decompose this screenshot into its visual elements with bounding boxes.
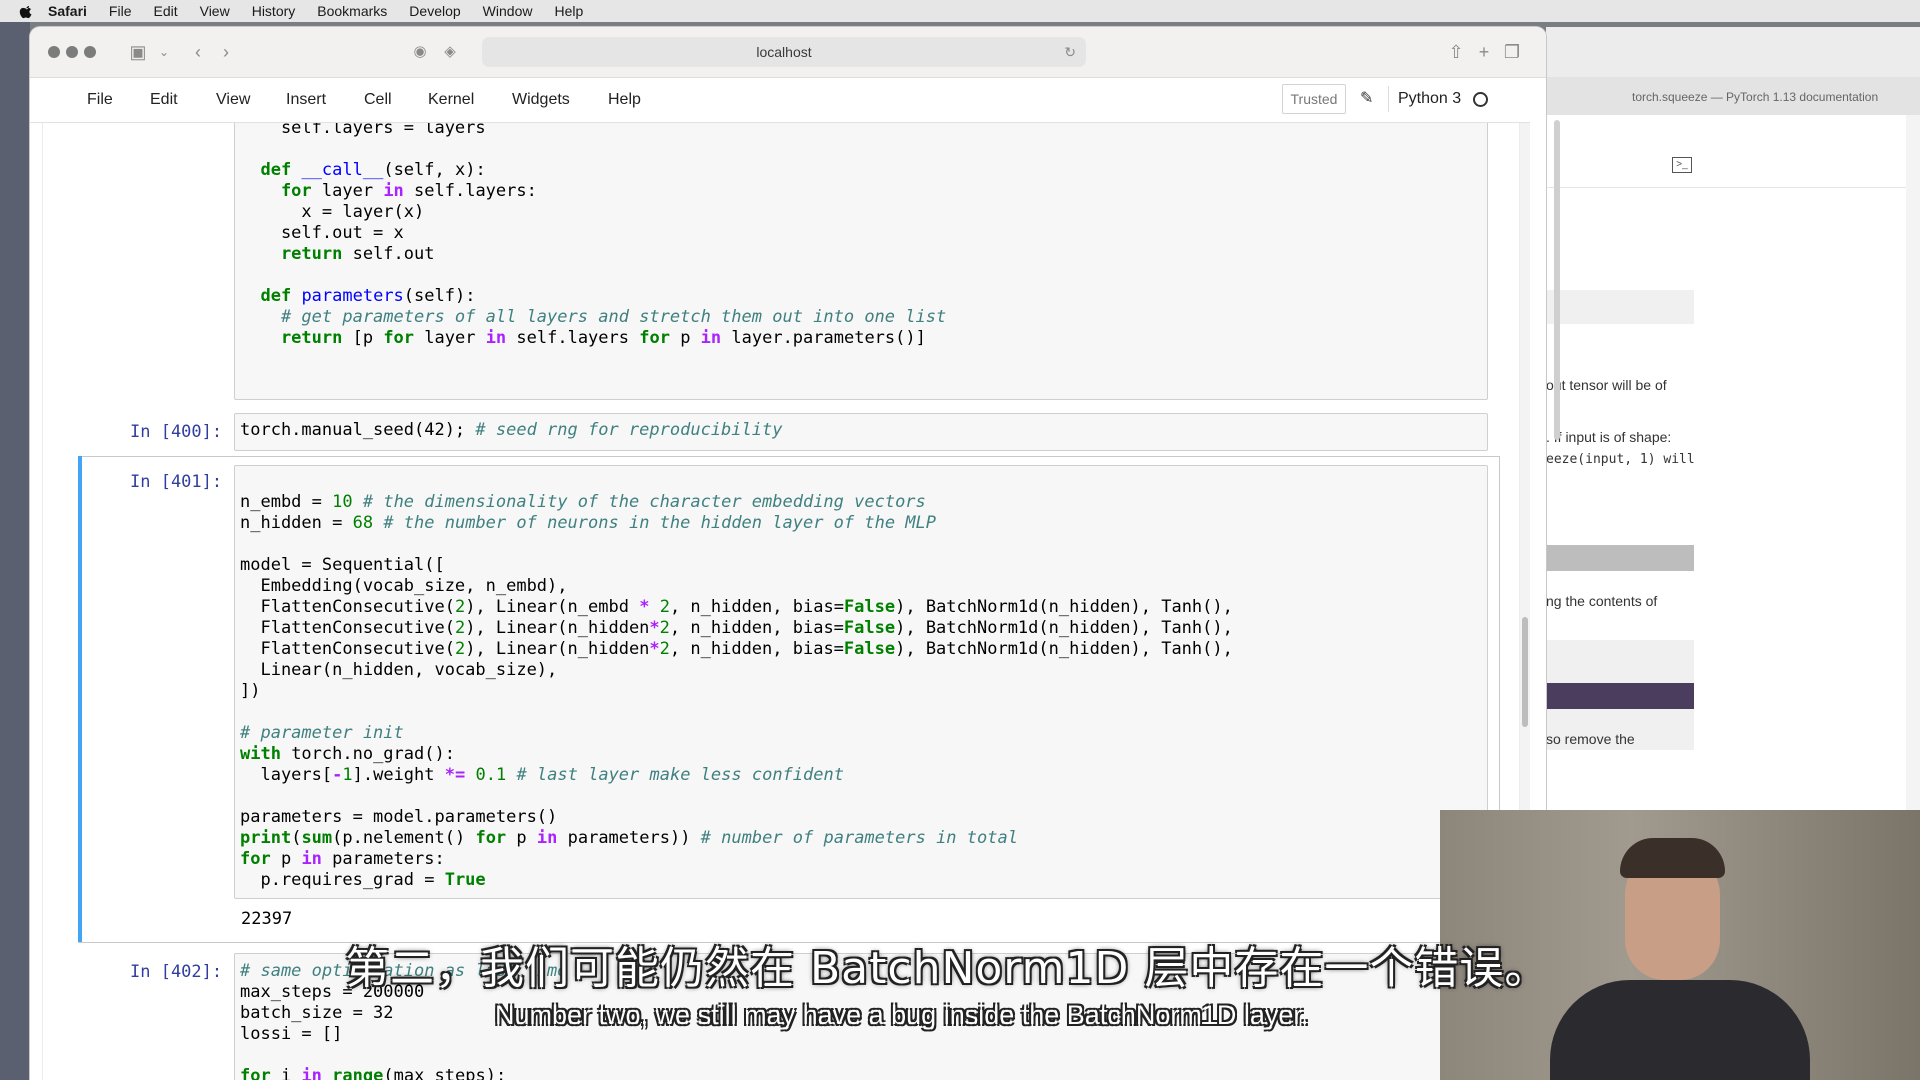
macos-menubar: Safari File Edit View History Bookmarks …	[0, 0, 1920, 22]
code-line: batch_size = 32	[240, 1003, 394, 1023]
jupyter-menu-edit[interactable]: Edit	[150, 91, 178, 109]
terminal-icon[interactable]: >_	[1672, 157, 1692, 173]
jupyter-menu-cell[interactable]: Cell	[364, 91, 392, 109]
zoom-window-button[interactable]	[84, 46, 96, 58]
docs-image-strip	[1546, 545, 1694, 571]
jupyter-menu-help[interactable]: Help	[608, 91, 641, 109]
code-cell-source[interactable]: torch.manual_seed(42); # seed rng for re…	[240, 420, 782, 441]
sidebar-icon[interactable]: ▣	[126, 40, 150, 64]
cell-prompt: In [402]:	[130, 962, 223, 982]
presenter-shirt	[1550, 980, 1810, 1080]
kernel-status-icon	[1473, 92, 1488, 107]
selected-cell-indicator	[78, 456, 82, 942]
divider	[1546, 187, 1906, 188]
menu-edit[interactable]: Edit	[153, 3, 177, 19]
menu-safari[interactable]: Safari	[48, 3, 87, 19]
tab-overview-icon[interactable]: ❐	[1500, 40, 1524, 64]
jupyter-menubar: File Edit View Insert Cell Kernel Widget…	[30, 78, 1530, 123]
code-text: torch.manual_seed(42);	[240, 420, 466, 440]
menu-help[interactable]: Help	[554, 3, 583, 19]
desktop-background	[0, 22, 30, 1080]
pencil-icon[interactable]: ✎	[1360, 88, 1380, 108]
menu-develop[interactable]: Develop	[409, 3, 460, 19]
code-comment: # seed rng for reproducibility	[465, 420, 783, 440]
docs-scrollbar[interactable]	[1554, 120, 1560, 440]
menu-view[interactable]: View	[200, 3, 230, 19]
subtitle-english: Number two, we still may have a bug insi…	[495, 1000, 1309, 1030]
back-icon[interactable]: ‹	[186, 40, 210, 64]
presenter-hair	[1620, 838, 1725, 878]
background-tab-title[interactable]: torch.squeeze — PyTorch 1.13 documentati…	[1632, 90, 1878, 104]
menu-history[interactable]: History	[252, 3, 296, 19]
docs-dark-banner	[1546, 683, 1694, 709]
cell-prompt: In [401]:	[130, 472, 223, 492]
code-line: self.layers = layers	[240, 123, 486, 138]
code-comment: # get parameters of all layers and stret…	[240, 307, 947, 327]
window-controls	[48, 46, 96, 58]
docs-text-line: ng the contents of	[1546, 593, 1658, 609]
menu-window[interactable]: Window	[483, 3, 533, 19]
menu-bookmarks[interactable]: Bookmarks	[317, 3, 387, 19]
share-icon[interactable]: ⇧	[1444, 40, 1468, 64]
trusted-badge[interactable]: Trusted	[1282, 84, 1346, 114]
kernel-name: Python 3	[1398, 90, 1462, 107]
reload-icon[interactable]: ↻	[1064, 37, 1076, 67]
address-bar[interactable]: localhost ↻	[482, 37, 1086, 67]
privacy-report-icon[interactable]: ◉	[408, 40, 432, 64]
browser-toolbar: ▣ ⌄ ‹ › ◉ ◈ localhost ↻ ⇧ + ❐	[30, 27, 1546, 78]
docs-text-line: so remove the	[1546, 731, 1635, 747]
new-tab-icon[interactable]: +	[1472, 40, 1496, 64]
docs-code-block	[1546, 290, 1694, 324]
shield-icon[interactable]: ◈	[438, 40, 462, 64]
safari-window: ▣ ⌄ ‹ › ◉ ◈ localhost ↻ ⇧ + ❐ File Edit …	[30, 27, 1546, 1080]
scrollbar-thumb[interactable]	[1522, 617, 1528, 727]
forward-icon[interactable]: ›	[214, 40, 238, 64]
jupyter-menu-insert[interactable]: Insert	[286, 91, 326, 109]
chevron-down-icon[interactable]: ⌄	[152, 40, 176, 64]
close-window-button[interactable]	[48, 46, 60, 58]
cell-prompt: In [400]:	[130, 422, 223, 442]
apple-icon[interactable]	[18, 3, 34, 19]
address-text: localhost	[756, 44, 812, 60]
divider	[1388, 86, 1389, 112]
minimize-window-button[interactable]	[66, 46, 78, 58]
docs-text-line: out tensor will be of	[1546, 377, 1667, 393]
menu-file[interactable]: File	[109, 3, 132, 19]
jupyter-menu-kernel[interactable]: Kernel	[428, 91, 474, 109]
subtitle-chinese: 第二，我们可能仍然在 BatchNorm1D 层中存在一个错误。	[345, 943, 1550, 994]
code-cell-source[interactable]: self.layers = layers def __call__(self, …	[240, 123, 946, 349]
cell-output: 22397	[241, 909, 293, 929]
jupyter-menu-widgets[interactable]: Widgets	[512, 91, 570, 109]
jupyter-menu-file[interactable]: File	[87, 91, 113, 109]
code-cell-source[interactable]: n_embd = 10 # the dimensionality of the …	[240, 492, 1233, 891]
docs-code-inline: eeze(input, 1) will	[1546, 452, 1695, 467]
background-window-toolbar	[1546, 27, 1920, 77]
docs-text-line: . If input is of shape:	[1546, 429, 1672, 445]
code-line: lossi = []	[240, 1024, 343, 1044]
jupyter-menu-view[interactable]: View	[216, 91, 250, 109]
